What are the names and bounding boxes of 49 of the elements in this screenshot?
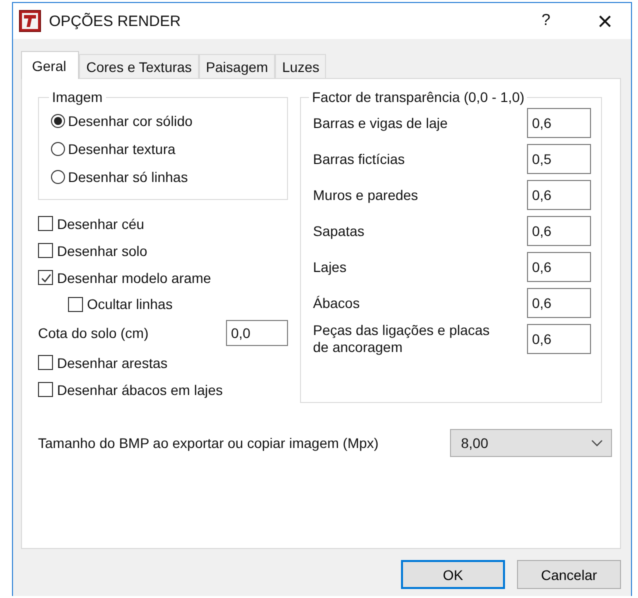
- close-button[interactable]: ×: [585, 6, 625, 36]
- radio-option[interactable]: Desenhar só linhas: [51, 163, 277, 191]
- checkbox-option[interactable]: Ocultar linhas: [38, 291, 288, 317]
- checkbox-option[interactable]: Desenhar modelo arame: [38, 264, 288, 291]
- tab[interactable]: Luzes: [275, 54, 326, 78]
- chevron-down-icon: [591, 439, 603, 447]
- checkbox[interactable]: [38, 355, 53, 370]
- input-field[interactable]: 0,5: [527, 144, 591, 174]
- checkbox[interactable]: [38, 216, 53, 231]
- group-title: Imagem: [51, 89, 104, 105]
- field-label: Barras e vigas de laje: [313, 114, 449, 132]
- field-label: Peças das ligações e placas de ancoragem: [313, 322, 491, 356]
- tab[interactable]: Cores e Texturas: [79, 54, 199, 78]
- field-label: Cota do solo (cm): [38, 325, 148, 341]
- checkbox-option[interactable]: Desenhar céu: [38, 210, 288, 237]
- field-label: Barras fictícias: [313, 150, 406, 168]
- field-label: Lajes: [313, 258, 348, 276]
- group-title: Factor de transparência (0,0 - 1,0): [311, 89, 526, 105]
- input-field[interactable]: 0,6: [527, 180, 591, 210]
- checkbox-option[interactable]: Desenhar ábacos em lajes: [38, 376, 288, 403]
- radio-button[interactable]: [51, 142, 65, 156]
- input-field[interactable]: 0,6: [527, 216, 591, 246]
- radio-button[interactable]: [51, 170, 65, 184]
- input-field[interactable]: 0,6: [527, 108, 591, 138]
- input-field[interactable]: 0,6: [527, 324, 591, 354]
- field-label: Ábacos: [313, 294, 361, 312]
- input-field[interactable]: 0,6: [527, 288, 591, 318]
- app-logo-icon: [19, 10, 41, 32]
- radio-option[interactable]: Desenhar cor sólido: [51, 107, 277, 135]
- field-label: Tamanho do BMP ao exportar ou copiar imagem (Mpx): [38, 435, 379, 451]
- radio-button[interactable]: [51, 114, 65, 128]
- field-label: Sapatas: [313, 222, 366, 240]
- radio-option[interactable]: Desenhar textura: [51, 135, 277, 163]
- help-button[interactable]: ?: [531, 12, 561, 30]
- checkbox-option[interactable]: Desenhar solo: [38, 237, 288, 264]
- checkbox[interactable]: [38, 243, 53, 258]
- dialog-button[interactable]: OK: [401, 560, 505, 589]
- dialog-button[interactable]: Cancelar: [517, 560, 621, 589]
- dropdown[interactable]: 8,00: [450, 429, 612, 457]
- tab[interactable]: Geral: [21, 51, 80, 79]
- input-field[interactable]: 0,6: [527, 252, 591, 282]
- checkbox-option[interactable]: Desenhar arestas: [38, 349, 288, 376]
- input-field[interactable]: 0,0: [226, 320, 288, 346]
- checkbox[interactable]: [38, 270, 53, 285]
- checkbox[interactable]: [38, 382, 53, 397]
- checkbox[interactable]: [68, 296, 83, 312]
- tab[interactable]: Paisagem: [198, 54, 276, 78]
- window-title: OPÇÕES RENDER: [49, 12, 182, 30]
- field-label: Muros e paredes: [313, 186, 420, 204]
